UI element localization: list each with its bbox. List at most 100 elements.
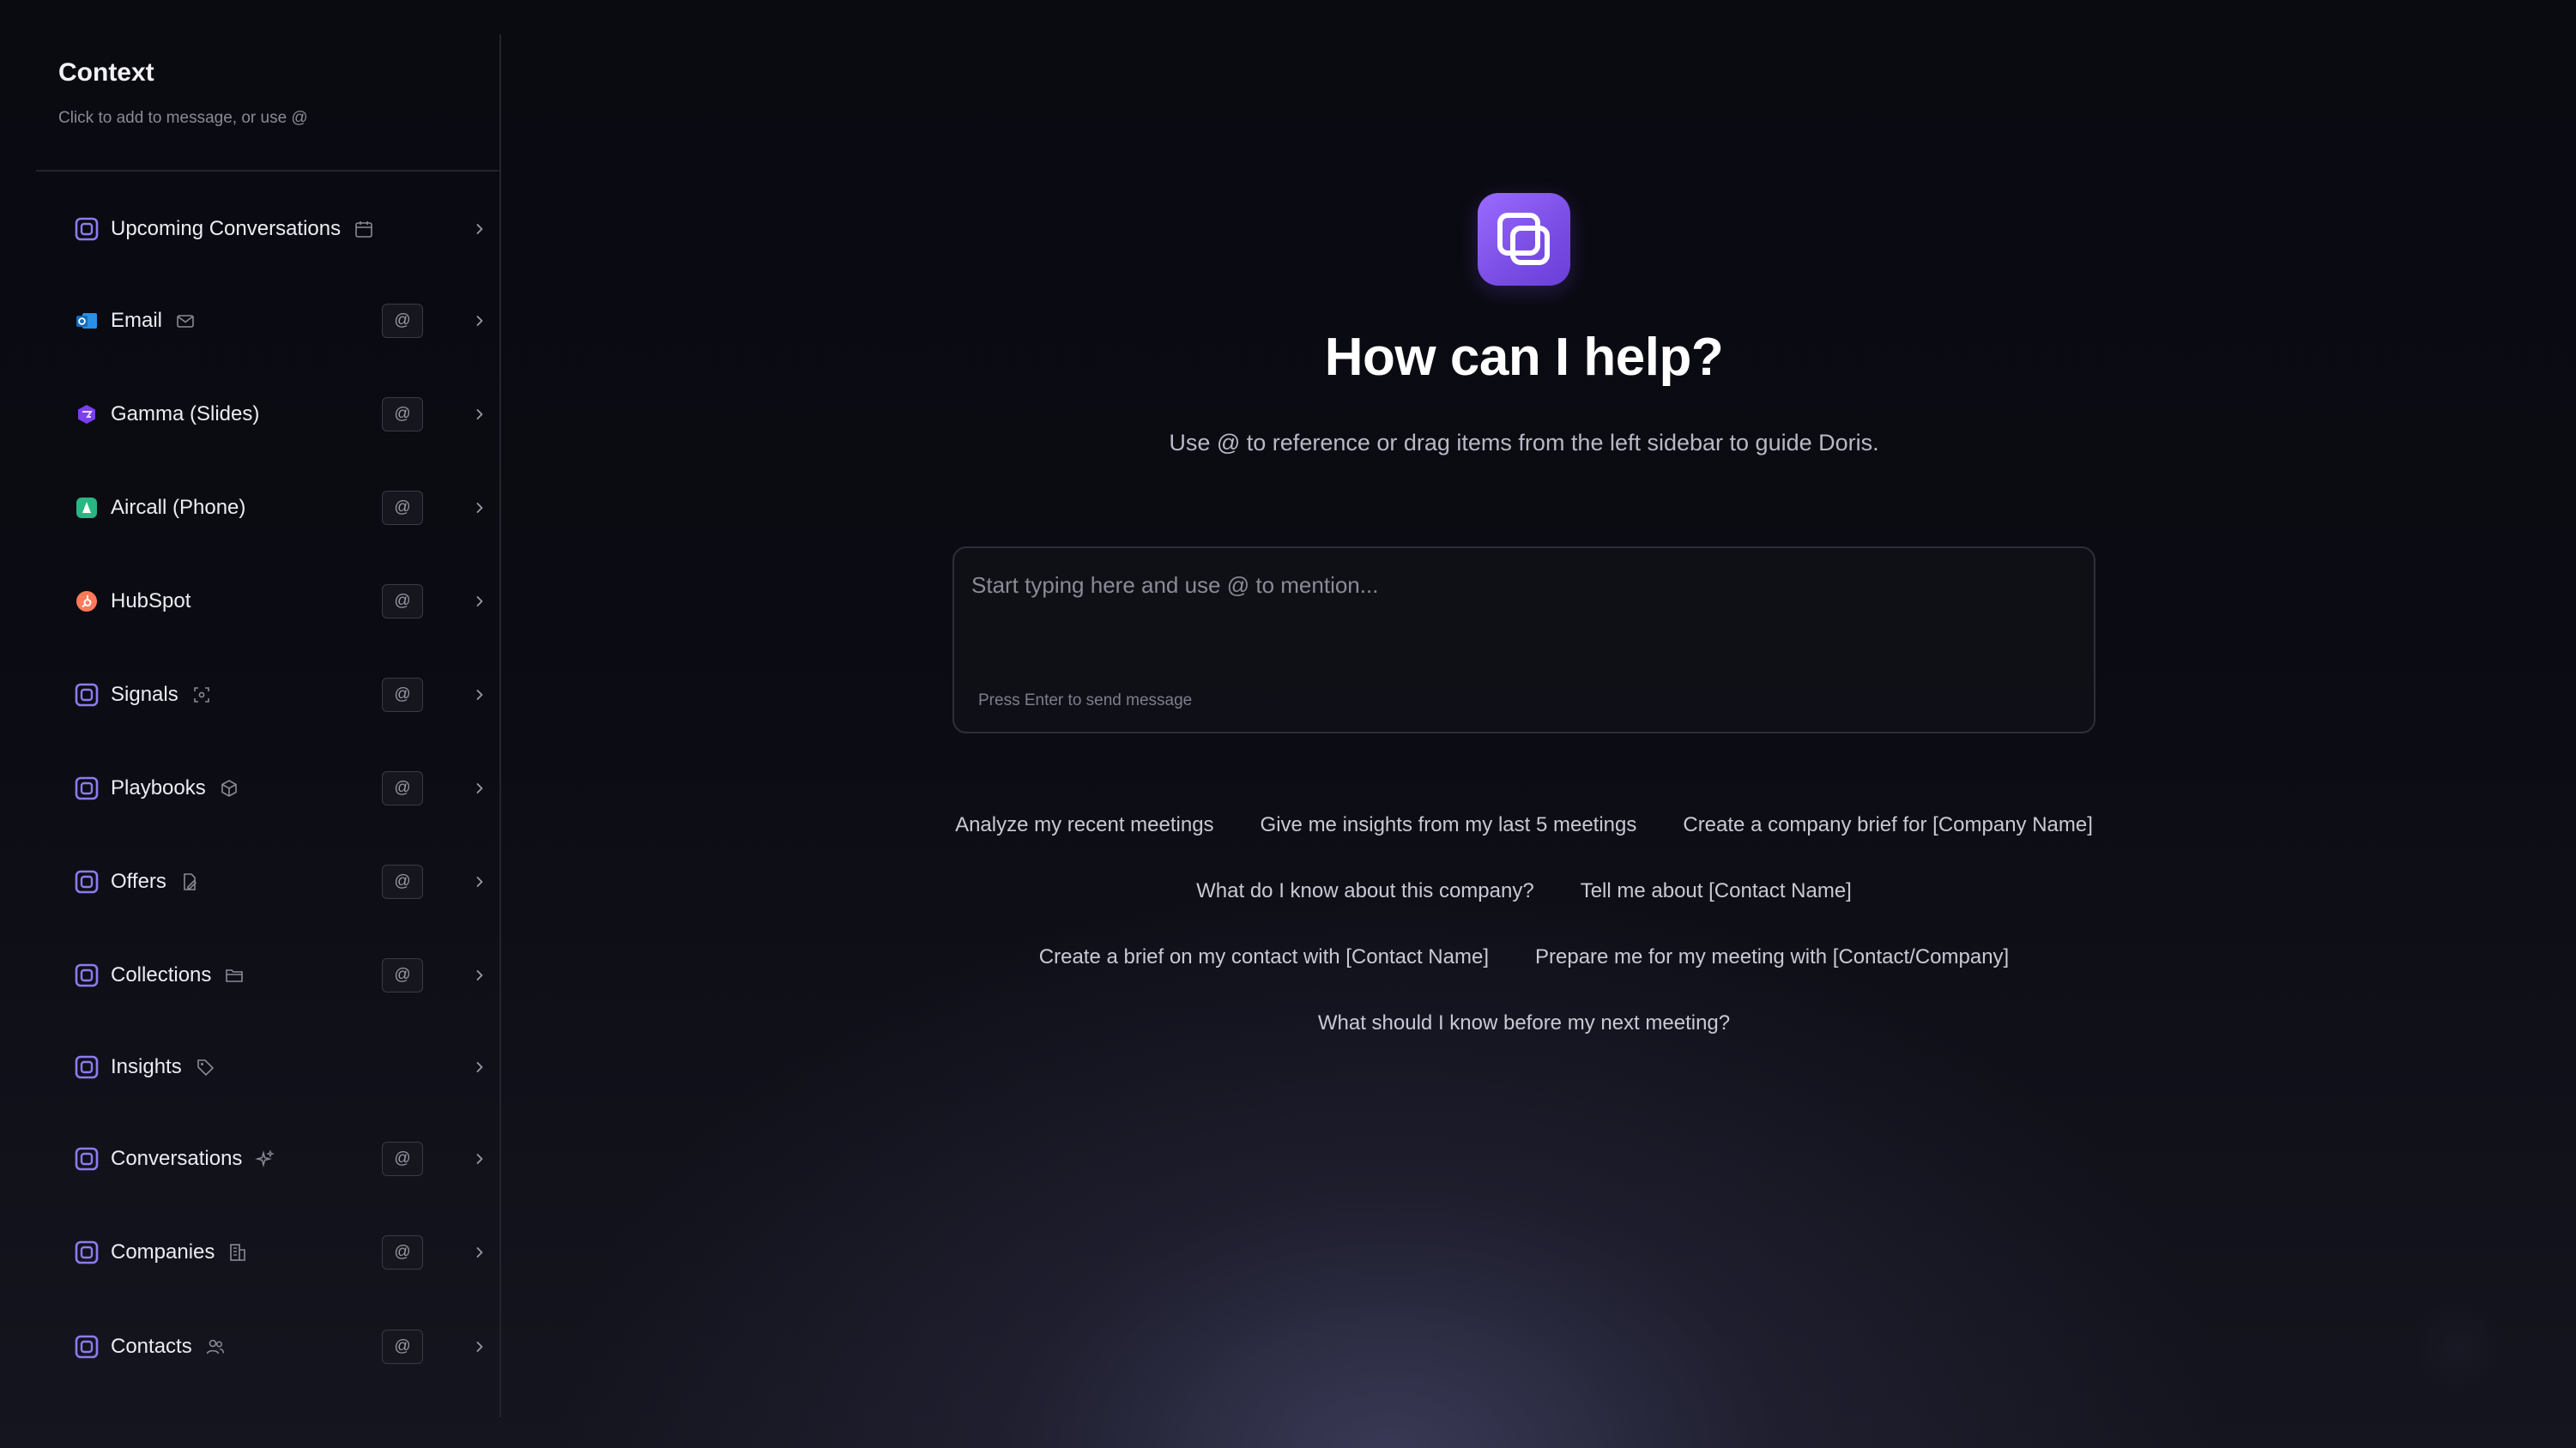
doris-square-icon (74, 216, 100, 242)
sidebar-item-playbooks[interactable]: Playbooks @ (36, 763, 499, 814)
radar-icon (190, 684, 213, 706)
calendar-icon (353, 218, 375, 240)
chevron-right-icon[interactable] (470, 685, 489, 704)
page-subtitle: Use @ to reference or drag items from th… (1169, 430, 1879, 456)
mention-button[interactable]: @ (382, 1235, 423, 1270)
sidebar-item-text: Signals (111, 683, 178, 706)
mention-button[interactable]: @ (382, 1330, 423, 1364)
chevron-right-icon[interactable] (470, 220, 489, 238)
suggestion-prompt[interactable]: Prepare me for my meeting with [Contact/… (1535, 947, 2009, 968)
chevron-right-icon[interactable] (470, 592, 489, 611)
mention-button[interactable]: @ (382, 1142, 423, 1176)
chevron-right-icon[interactable] (470, 1058, 489, 1077)
corner-decoration (2411, 1300, 2506, 1394)
sidebar-item-text: Companies (111, 1240, 215, 1264)
send-hint: Press Enter to send message (978, 691, 1193, 709)
mention-button[interactable]: @ (382, 397, 423, 431)
suggestion-prompt[interactable]: Create a brief on my contact with [Conta… (1039, 947, 1489, 968)
sidebar-item-label: Conversations (111, 1148, 276, 1170)
suggestion-prompt[interactable]: What do I know about this company? (1196, 881, 1534, 902)
sidebar-item-label: Playbooks (111, 777, 240, 799)
sidebar-item-label: Offers (111, 871, 201, 893)
sparkles-icon (254, 1148, 276, 1170)
sidebar-item-label: Contacts (111, 1336, 227, 1358)
doris-square-icon (74, 962, 100, 988)
doris-square-icon (74, 1334, 100, 1360)
mention-button[interactable]: @ (382, 678, 423, 712)
building-icon (227, 1241, 249, 1264)
mail-icon (174, 310, 197, 332)
doris-square-icon (74, 1054, 100, 1080)
users-icon (204, 1336, 227, 1358)
sidebar-item-text: Contacts (111, 1335, 192, 1358)
mention-button[interactable]: @ (382, 771, 423, 805)
context-sidebar: Context Click to add to message, or use … (36, 34, 501, 1417)
sidebar-item-label: Collections (111, 964, 245, 986)
message-input-placeholder[interactable]: Start typing here and use @ to mention..… (971, 574, 1378, 596)
tag-icon (194, 1056, 216, 1078)
chevron-right-icon[interactable] (470, 405, 489, 424)
suggestion-prompt[interactable]: Analyze my recent meetings (955, 815, 1213, 836)
sidebar-item-text: Insights (111, 1055, 182, 1078)
sidebar-item-conversations[interactable]: Conversations @ (36, 1133, 499, 1185)
sidebar-item-text: Gamma (Slides) (111, 402, 260, 425)
app-page: Context Click to add to message, or use … (0, 0, 2576, 1448)
sidebar-item-label: HubSpot (111, 591, 190, 612)
sidebar-item-text: Upcoming Conversations (111, 217, 342, 240)
suggestion-row: Create a brief on my contact with [Conta… (858, 947, 2190, 1013)
suggestion-prompt[interactable]: Give me insights from my last 5 meetings (1261, 815, 1637, 836)
mention-button[interactable]: @ (382, 491, 423, 525)
sidebar-item-label: Aircall (Phone) (111, 498, 245, 518)
sidebar-subtitle: Click to add to message, or use @ (58, 109, 308, 127)
sidebar-item-contacts[interactable]: Contacts @ (36, 1321, 499, 1373)
sidebar-item-signals[interactable]: Signals @ (36, 669, 499, 721)
cube-icon (218, 777, 240, 799)
sidebar-item-insights[interactable]: Insights (36, 1041, 499, 1093)
doris-square-icon (74, 775, 100, 801)
sidebar-item-text: Conversations (111, 1147, 243, 1170)
suggestion-row: What do I know about this company? Tell m… (858, 881, 2190, 947)
aircall-icon (74, 495, 100, 521)
chevron-right-icon[interactable] (470, 779, 489, 798)
sidebar-item-companies[interactable]: Companies @ (36, 1227, 499, 1278)
suggestion-list: Analyze my recent meetings Give me insigh… (858, 815, 2190, 1079)
sidebar-item-hubspot[interactable]: HubSpot @ (36, 576, 499, 627)
suggestion-prompt[interactable]: Tell me about [Contact Name] (1581, 881, 1852, 902)
chevron-right-icon[interactable] (470, 498, 489, 517)
mention-button[interactable]: @ (382, 584, 423, 618)
chevron-right-icon[interactable] (470, 311, 489, 330)
sidebar-item-text: Playbooks (111, 776, 206, 799)
sidebar-item-label: Email (111, 310, 197, 332)
doris-logo-icon (1478, 193, 1570, 286)
sidebar-item-text: Email (111, 309, 163, 332)
suggestion-prompt[interactable]: What should I know before my next meetin… (1318, 1013, 1730, 1034)
hubspot-icon (74, 588, 100, 614)
sidebar-item-text: Aircall (Phone) (111, 496, 246, 519)
sidebar-item-upcoming-conversations[interactable]: Upcoming Conversations (36, 203, 499, 255)
chevron-right-icon[interactable] (470, 1337, 489, 1356)
sidebar-item-gamma-slides[interactable]: Gamma (Slides) @ (36, 389, 499, 440)
sidebar-item-collections[interactable]: Collections @ (36, 950, 499, 1001)
sidebar-item-aircall-phone[interactable]: Aircall (Phone) @ (36, 482, 499, 534)
chevron-right-icon[interactable] (470, 872, 489, 891)
mention-button[interactable]: @ (382, 865, 423, 899)
sidebar-header: Context Click to add to message, or use … (36, 34, 499, 172)
sidebar-item-label: Companies (111, 1241, 249, 1264)
sidebar-item-text: Collections (111, 963, 212, 986)
suggestion-prompt[interactable]: Create a company brief for [Company Name… (1683, 815, 2093, 836)
sidebar-title: Context (58, 58, 154, 87)
message-composer[interactable]: Start typing here and use @ to mention..… (952, 546, 2095, 733)
chevron-right-icon[interactable] (470, 1243, 489, 1262)
sidebar-item-label: Gamma (Slides) (111, 404, 259, 425)
chevron-right-icon[interactable] (470, 1149, 489, 1168)
page-title: How can I help? (1324, 328, 1724, 387)
chevron-right-icon[interactable] (470, 966, 489, 985)
sidebar-item-label: Insights (111, 1056, 216, 1078)
doris-square-icon (74, 682, 100, 708)
sidebar-item-offers[interactable]: Offers @ (36, 856, 499, 908)
doris-square-icon (74, 869, 100, 895)
sidebar-item-text: HubSpot (111, 589, 191, 612)
mention-button[interactable]: @ (382, 958, 423, 992)
sidebar-item-label: Signals (111, 684, 213, 706)
doris-square-icon (74, 1146, 100, 1172)
